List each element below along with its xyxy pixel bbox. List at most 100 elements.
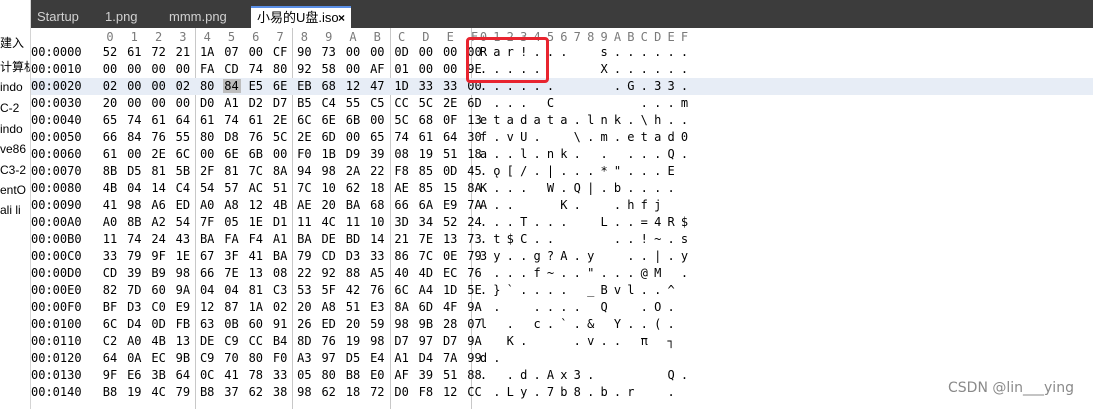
hex-byte[interactable]: 76	[320, 334, 338, 348]
hex-byte[interactable]: 00	[125, 79, 143, 93]
ascii-char[interactable]: .	[504, 181, 517, 195]
ascii-char[interactable]: a	[651, 130, 664, 144]
ascii-char[interactable]: .	[665, 181, 678, 195]
ascii-char[interactable]: .	[544, 300, 557, 314]
ascii-char[interactable]: .	[651, 164, 664, 178]
hex-byte[interactable]: D7	[271, 96, 289, 110]
hex-byte[interactable]: 54	[174, 215, 192, 229]
hex-byte[interactable]: F0	[271, 351, 289, 365]
ascii-char[interactable]: .	[611, 62, 624, 76]
ascii-char[interactable]: s	[678, 232, 691, 246]
ascii-char[interactable]: .	[638, 164, 651, 178]
hex-byte[interactable]: 84	[222, 79, 241, 93]
ascii-char[interactable]: c	[531, 317, 544, 331]
hex-byte[interactable]: 26	[295, 317, 313, 331]
hex-byte[interactable]: 3B	[150, 368, 168, 382]
hex-byte[interactable]: CC	[247, 334, 265, 348]
ascii-char[interactable]: .	[477, 368, 490, 382]
ascii-char[interactable]: Q	[665, 147, 678, 161]
ascii-char[interactable]: .	[504, 317, 517, 331]
hex-byte[interactable]: 84	[125, 130, 143, 144]
ascii-char[interactable]: M	[651, 266, 664, 280]
hex-row[interactable]: 00:00E0 82 7D 60 9A 04 04 81 C3 53 5F 42 76 6C A4 1D 5E.…	[31, 282, 1093, 299]
hex-byte[interactable]: 43	[174, 232, 192, 246]
ascii-char[interactable]: .	[531, 368, 544, 382]
hex-byte[interactable]: D5	[125, 164, 143, 178]
hex-byte[interactable]: 62	[344, 181, 362, 195]
ascii-char[interactable]: n	[598, 113, 611, 127]
hex-byte[interactable]: 54	[198, 181, 216, 195]
hex-byte[interactable]: 6C	[393, 283, 411, 297]
hex-byte[interactable]: C3	[271, 283, 289, 297]
ascii-char[interactable]: .	[544, 283, 557, 297]
hex-byte[interactable]: 51	[271, 181, 289, 195]
hex-byte[interactable]: A1	[223, 96, 241, 110]
hex-byte[interactable]: 59	[368, 317, 386, 331]
ascii-char[interactable]: b	[598, 385, 611, 399]
hex-byte[interactable]: 19	[344, 334, 362, 348]
hex-byte[interactable]: 6E	[271, 79, 289, 93]
hex-byte[interactable]: 62	[247, 385, 265, 399]
hex-byte[interactable]: 98	[174, 266, 192, 280]
hex-byte[interactable]: 13	[247, 266, 265, 280]
hex-byte[interactable]: 66	[198, 266, 216, 280]
hex-byte[interactable]: AF	[393, 368, 411, 382]
hex-byte[interactable]: 88	[344, 266, 362, 280]
hex-byte[interactable]: 6E	[320, 113, 338, 127]
ascii-char[interactable]: 4	[651, 215, 664, 229]
ascii-char[interactable]: |	[651, 249, 664, 263]
hex-byte[interactable]: A5	[368, 266, 386, 280]
hex-byte[interactable]: 9B	[417, 317, 435, 331]
ascii-char[interactable]: ^	[665, 283, 678, 297]
ascii-char[interactable]: K	[477, 181, 490, 195]
ascii-char[interactable]: .	[665, 113, 678, 127]
hex-byte[interactable]: 10	[320, 181, 338, 195]
hex-byte[interactable]: FA	[198, 62, 216, 76]
hex-byte[interactable]: 20	[320, 198, 338, 212]
hex-byte[interactable]: 00	[125, 62, 143, 76]
hex-byte[interactable]: 21	[174, 45, 192, 59]
hex-byte[interactable]: 5C	[393, 113, 411, 127]
hex-byte[interactable]: 8A	[393, 300, 411, 314]
hex-byte[interactable]: 39	[125, 266, 143, 280]
hex-byte[interactable]: 6B	[247, 147, 265, 161]
hex-byte[interactable]: A3	[295, 351, 313, 365]
hex-byte[interactable]: 81	[150, 164, 168, 178]
ascii-char[interactable]: .	[490, 96, 503, 110]
ascii-char[interactable]: .	[504, 96, 517, 110]
hex-byte[interactable]: C5	[368, 96, 386, 110]
hex-byte[interactable]: 33	[368, 249, 386, 263]
hex-byte[interactable]: 00	[150, 79, 168, 93]
hex-byte[interactable]: 19	[417, 147, 435, 161]
hex-byte[interactable]: D0	[393, 385, 411, 399]
ascii-char[interactable]: t	[490, 232, 503, 246]
hex-byte[interactable]: A0	[125, 334, 143, 348]
ascii-char[interactable]: l	[477, 317, 490, 331]
hex-row[interactable]: 00:0080 4B 04 14 C4 54 57 AC 51 7C 10 62 18 AE 85 15 8A K…	[31, 180, 1093, 197]
tree-item[interactable]: entO	[0, 183, 26, 197]
ascii-char[interactable]: ?	[544, 249, 557, 263]
ascii-char[interactable]: .	[665, 317, 678, 331]
ascii-char[interactable]: a	[557, 113, 570, 127]
ascii-char[interactable]: [	[504, 164, 517, 178]
hex-byte[interactable]: 8A	[271, 164, 289, 178]
ascii-char[interactable]: .	[678, 45, 691, 59]
hex-byte[interactable]: 40	[393, 266, 411, 280]
ascii-char[interactable]: .	[517, 266, 530, 280]
hex-byte[interactable]: FA	[223, 232, 241, 246]
ascii-char[interactable]: .	[611, 215, 624, 229]
hex-byte[interactable]: D2	[247, 96, 265, 110]
hex-row[interactable]: 00:0000 52 61 72 21 1A 07 00 CF 90 73 00 00 0D 00 00 00 R…	[31, 44, 1093, 61]
hex-byte[interactable]: A2	[150, 215, 168, 229]
ascii-char[interactable]: .	[490, 385, 503, 399]
hex-byte[interactable]: 7F	[198, 215, 216, 229]
hex-byte[interactable]: 65	[101, 113, 119, 127]
hex-byte[interactable]: 98	[295, 385, 313, 399]
hex-byte[interactable]: 4B	[101, 181, 119, 195]
ascii-char[interactable]: \	[571, 130, 584, 144]
ascii-char[interactable]: d	[517, 113, 530, 127]
hex-byte[interactable]: 9F	[150, 249, 168, 263]
hex-byte[interactable]: 61	[125, 45, 143, 59]
hex-byte[interactable]: 02	[101, 79, 119, 93]
ascii-char[interactable]: .	[490, 130, 503, 144]
